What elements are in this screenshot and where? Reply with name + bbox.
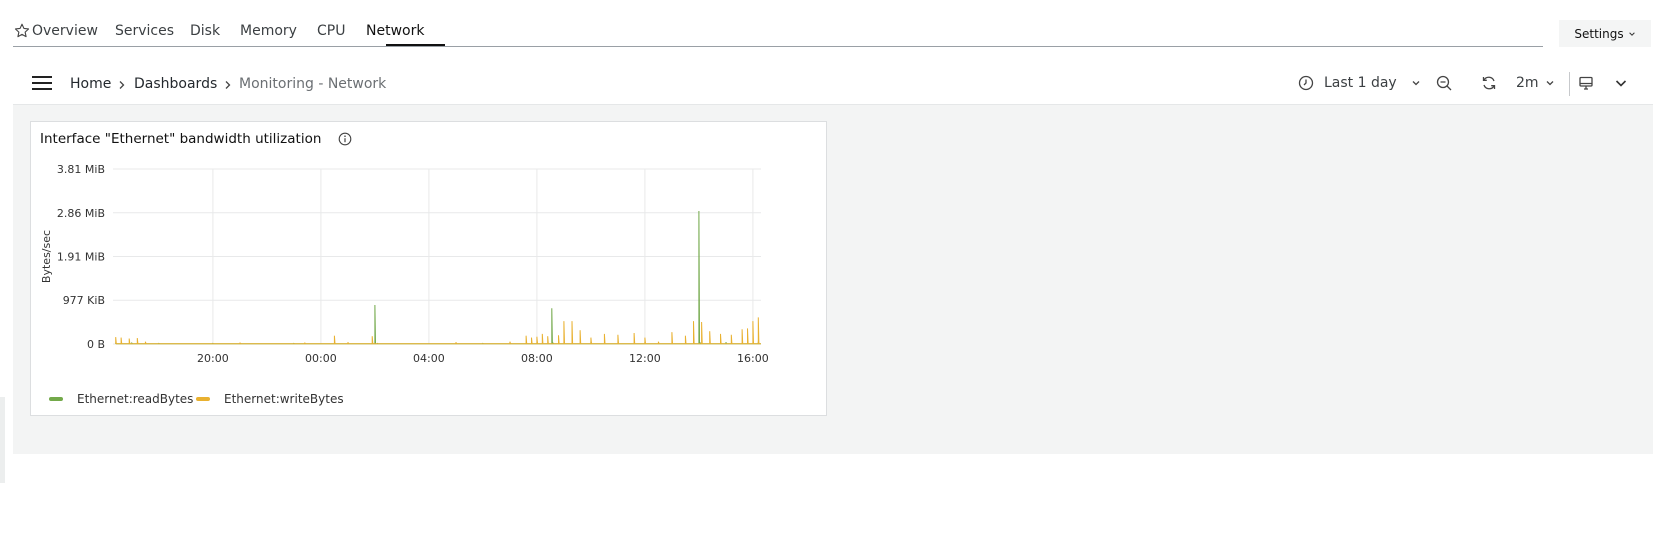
x-tick-label: 08:00: [521, 352, 553, 365]
tab-overview[interactable]: Overview: [32, 22, 98, 40]
bandwidth-chart: 0 B 977 KiB 1.91 MiB 2.86 MiB 3.81 MiB 20:00 0…: [40, 163, 769, 365]
time-range-picker[interactable]: Last 1 day: [1298, 72, 1421, 94]
y-axis-label: Bytes/sec: [40, 230, 53, 283]
menu-icon[interactable]: [32, 76, 52, 90]
refresh-button[interactable]: [1481, 72, 1497, 94]
tab-memory[interactable]: Memory: [240, 22, 297, 40]
chevron-right-icon: [119, 81, 125, 89]
refresh-icon: [1482, 76, 1496, 90]
chevron-down-icon: [1546, 81, 1554, 86]
chevron-down-icon: [1628, 31, 1635, 36]
legend-swatch-write: [196, 397, 210, 401]
x-tick-label: 20:00: [197, 352, 229, 365]
top-tab-bar: Overview Services Disk Memory CPU Networ…: [0, 0, 1653, 50]
legend-item-write[interactable]: Ethernet:writeBytes: [196, 392, 344, 406]
x-tick-label: 04:00: [413, 352, 445, 365]
monitor-icon: [1579, 76, 1593, 90]
tab-disk[interactable]: Disk: [190, 22, 220, 40]
x-tick-label: 16:00: [737, 352, 769, 365]
legend-label-write: Ethernet:writeBytes: [224, 392, 344, 406]
x-tick-label: 12:00: [629, 352, 661, 365]
expand-toolbar-button[interactable]: [1614, 72, 1628, 94]
settings-label: Settings: [1574, 26, 1624, 41]
legend-item-read[interactable]: Ethernet:readBytes: [49, 392, 193, 406]
breadcrumb-dashboards[interactable]: Dashboards: [134, 75, 217, 93]
refresh-interval-picker[interactable]: 2m: [1516, 72, 1555, 94]
chevron-down-icon: [1615, 80, 1627, 87]
breadcrumb-current: Monitoring - Network: [239, 76, 387, 92]
chevron-down-icon: [1412, 81, 1420, 86]
star-icon[interactable]: [13, 22, 31, 40]
refresh-interval-label: 2m: [1516, 75, 1539, 91]
y-tick-label: 977 KiB: [63, 294, 105, 307]
settings-button[interactable]: Settings: [1559, 20, 1651, 47]
clock-icon: [1298, 75, 1314, 91]
y-tick-label: 2.86 MiB: [57, 207, 105, 220]
legend-swatch-read: [49, 397, 63, 401]
side-drawer-handle: [0, 397, 5, 483]
y-tick-label: 0 B: [87, 338, 105, 351]
time-range-label: Last 1 day: [1324, 75, 1397, 91]
toolbar-divider: [1569, 72, 1570, 96]
chevron-right-icon: [225, 81, 231, 89]
y-tick-label: 3.81 MiB: [57, 163, 105, 176]
legend-label-read: Ethernet:readBytes: [77, 392, 194, 406]
nav-bar: Home Dashboards Monitoring - Network Las…: [0, 60, 1653, 104]
tab-cpu[interactable]: CPU: [317, 22, 345, 40]
dashboard-area: Interface "Ethernet" bandwidth utilizati…: [13, 104, 1653, 454]
zoom-out-icon: [1436, 75, 1452, 90]
y-tick-label: 1.91 MiB: [57, 251, 105, 264]
bandwidth-panel: Interface "Ethernet" bandwidth utilizati…: [30, 121, 827, 416]
active-tab-indicator: [386, 44, 445, 46]
tv-mode-button[interactable]: [1578, 72, 1594, 94]
x-tick-label: 00:00: [305, 352, 337, 365]
breadcrumb-home[interactable]: Home: [70, 75, 111, 93]
tab-services[interactable]: Services: [115, 22, 174, 40]
tab-strip: Overview Services Disk Memory CPU Networ…: [13, 0, 1543, 47]
zoom-out-button[interactable]: [1436, 72, 1453, 94]
tab-network[interactable]: Network: [366, 22, 424, 40]
